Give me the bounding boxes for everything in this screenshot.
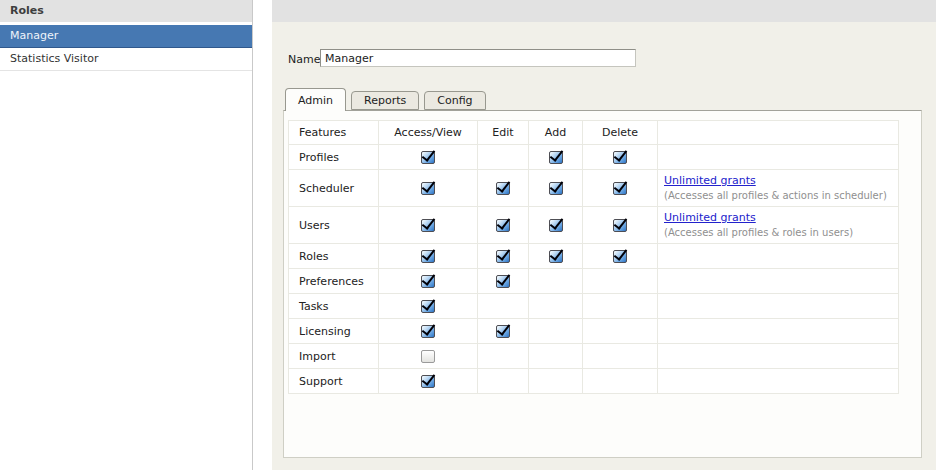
checkbox-roles-delete-checked[interactable] xyxy=(613,250,627,263)
column-header-Delete: Delete xyxy=(583,121,658,145)
table-row: Users Unlimited grants (Accesses all profi… xyxy=(289,207,899,244)
tab-reports[interactable]: Reports xyxy=(351,91,419,110)
tab-bar: Admin Reports Config xyxy=(285,88,486,111)
checkbox-scheduler-access-checked[interactable] xyxy=(421,182,435,195)
checkbox-import-access-unchecked[interactable] xyxy=(421,350,435,363)
checkbox-profiles-access-checked[interactable] xyxy=(421,151,435,164)
roles-list: ManagerStatistics Visitor xyxy=(0,25,252,71)
checkbox-tasks-access-checked[interactable] xyxy=(421,300,435,313)
checkbox-roles-access-checked[interactable] xyxy=(421,250,435,263)
table-header-row: FeaturesAccess/ViewEditAddDelete xyxy=(289,121,899,145)
table-row: Licensing xyxy=(289,319,899,344)
checkbox-profiles-delete-checked[interactable] xyxy=(613,151,627,164)
table-row: Roles xyxy=(289,244,899,269)
feature-label: Tasks xyxy=(289,294,379,319)
role-detail-panel: Name Admin Reports Config FeaturesAccess/V… xyxy=(272,0,936,470)
checkbox-scheduler-edit-checked[interactable] xyxy=(496,182,510,195)
unlimited-grants-link[interactable]: Unlimited grants xyxy=(664,211,756,224)
checkbox-roles-add-checked[interactable] xyxy=(549,250,563,263)
name-input[interactable] xyxy=(320,49,636,67)
checkbox-roles-edit-checked[interactable] xyxy=(496,250,510,263)
column-header-extra xyxy=(658,121,899,145)
grants-note: (Accesses all profiles & actions in sche… xyxy=(664,189,898,202)
feature-label: Users xyxy=(289,207,379,244)
table-row: Tasks xyxy=(289,294,899,319)
sidebar-title: Roles xyxy=(0,0,252,22)
feature-label: Roles xyxy=(289,244,379,269)
checkbox-scheduler-add-checked[interactable] xyxy=(549,182,563,195)
table-row: Profiles xyxy=(289,145,899,170)
checkbox-support-access-checked[interactable] xyxy=(421,375,435,388)
grants-note: (Accesses all profiles & roles in users) xyxy=(664,226,898,239)
checkbox-users-delete-checked[interactable] xyxy=(613,219,627,232)
roles-sidebar: Roles ManagerStatistics Visitor xyxy=(0,0,253,470)
sidebar-item-statistics-visitor[interactable]: Statistics Visitor xyxy=(0,48,252,71)
checkbox-licensing-edit-checked[interactable] xyxy=(496,325,510,338)
checkbox-users-add-checked[interactable] xyxy=(549,219,563,232)
checkbox-users-edit-checked[interactable] xyxy=(496,219,510,232)
sidebar-item-manager[interactable]: Manager xyxy=(0,25,252,48)
table-row: Scheduler Unlimited grants (Accesses all p… xyxy=(289,170,899,207)
column-header-Access/View: Access/View xyxy=(379,121,478,145)
toolbar xyxy=(272,0,936,22)
column-header-Edit: Edit xyxy=(478,121,529,145)
column-header-Add: Add xyxy=(529,121,583,145)
feature-label: Preferences xyxy=(289,269,379,294)
table-row: Preferences xyxy=(289,269,899,294)
table-row: Support xyxy=(289,369,899,394)
feature-label: Support xyxy=(289,369,379,394)
tab-admin[interactable]: Admin xyxy=(285,88,346,111)
name-label: Name xyxy=(288,53,320,66)
tab-content-pane: FeaturesAccess/ViewEditAddDelete Profile… xyxy=(283,110,922,458)
unlimited-grants-link[interactable]: Unlimited grants xyxy=(664,174,756,187)
column-header-Features: Features xyxy=(289,121,379,145)
feature-label: Licensing xyxy=(289,319,379,344)
table-row: Import xyxy=(289,344,899,369)
checkbox-preferences-access-checked[interactable] xyxy=(421,275,435,288)
feature-label: Import xyxy=(289,344,379,369)
checkbox-scheduler-delete-checked[interactable] xyxy=(613,182,627,195)
tab-config[interactable]: Config xyxy=(424,91,485,110)
features-table: FeaturesAccess/ViewEditAddDelete Profile… xyxy=(288,120,899,394)
checkbox-preferences-edit-checked[interactable] xyxy=(496,275,510,288)
feature-label: Scheduler xyxy=(289,170,379,207)
checkbox-profiles-add-checked[interactable] xyxy=(549,151,563,164)
feature-label: Profiles xyxy=(289,145,379,170)
checkbox-users-access-checked[interactable] xyxy=(421,219,435,232)
checkbox-licensing-access-checked[interactable] xyxy=(421,325,435,338)
